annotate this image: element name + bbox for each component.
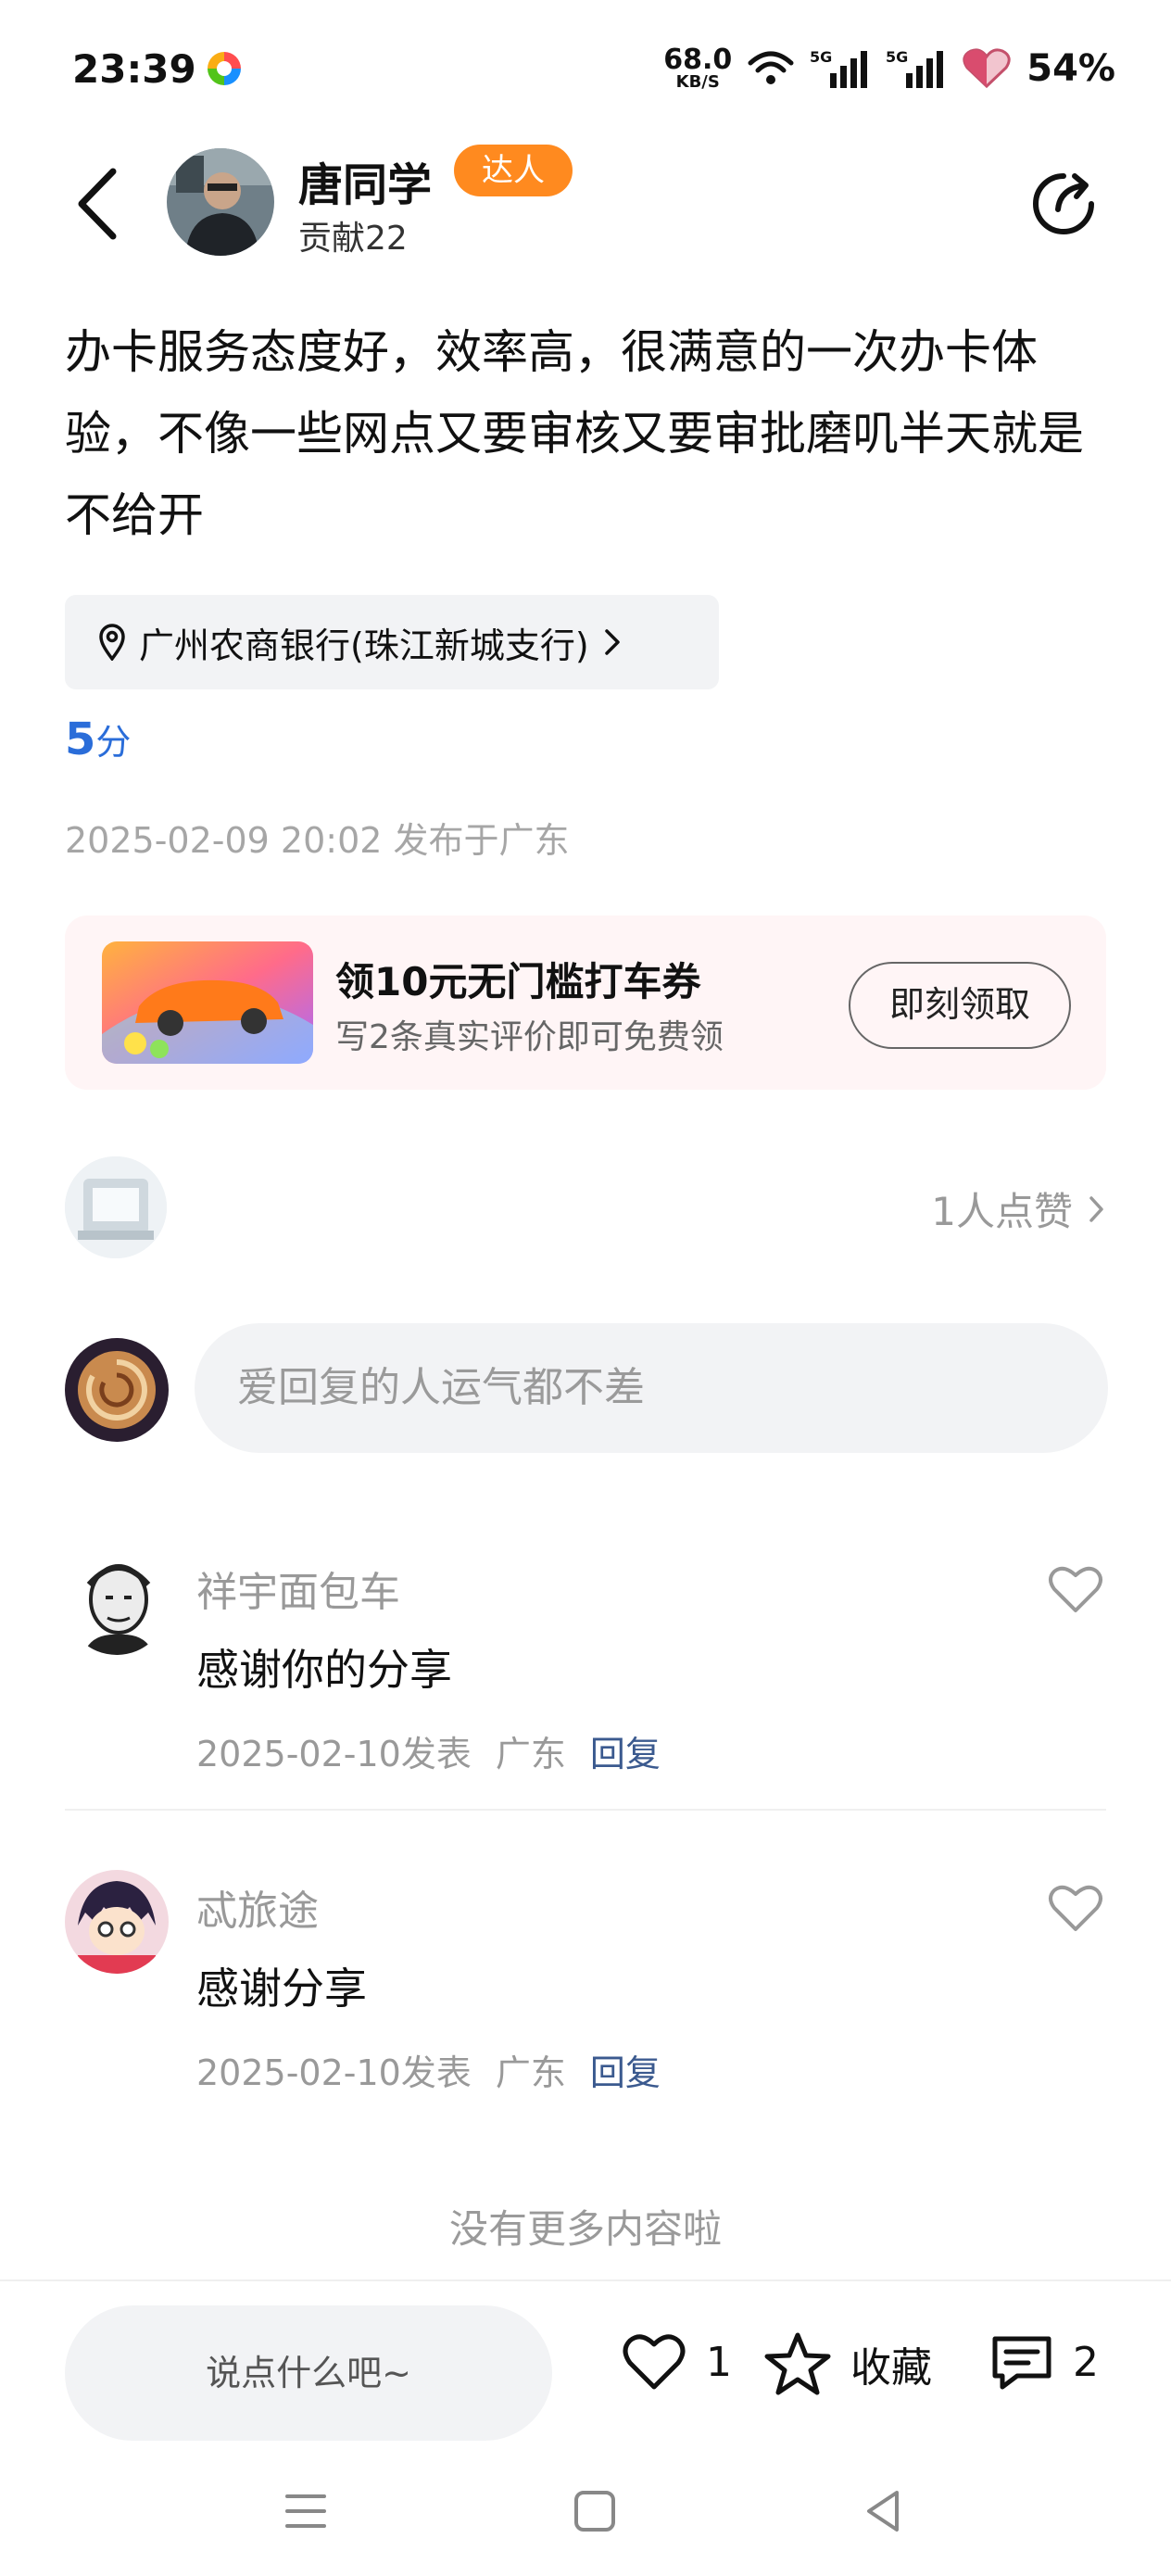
promo-image: [102, 941, 313, 1064]
comment-date: 2025-02-10发表: [196, 1734, 472, 1774]
net-speed: 68.0 KB/S: [663, 46, 732, 91]
reply-input[interactable]: 爱回复的人运气都不差: [195, 1323, 1108, 1453]
location-pin-icon: [99, 624, 125, 661]
score-unit: 分: [95, 722, 132, 763]
comment-meta: 2025-02-10发表 广东 回复: [196, 1725, 661, 1776]
author-contribution: 贡献22: [298, 220, 408, 258]
location-chip[interactable]: 广州农商银行(珠江新城支行): [65, 595, 719, 689]
commenter-avatar[interactable]: [65, 1551, 169, 1655]
bottom-action-bar: 说点什么吧~ 1 收藏 2: [0, 2279, 1171, 2446]
chevron-right-icon: [604, 629, 620, 655]
heart-icon[interactable]: [1045, 1559, 1106, 1620]
liker-avatar[interactable]: [65, 1156, 167, 1258]
comment-meta: 2025-02-10发表 广东 回复: [196, 2044, 661, 2095]
signal-5g-icon: 5G: [810, 48, 868, 88]
net-speed-unit: KB/S: [675, 72, 720, 92]
rating-score: 5分: [65, 713, 131, 765]
status-time: 23:39: [72, 46, 196, 92]
reply-link[interactable]: 回复: [590, 1725, 661, 1776]
heart-icon: [623, 2334, 686, 2390]
status-indicators: 68.0 KB/S 5G 5G 54%: [663, 41, 1115, 96]
comment-item: 忒旅途 感谢分享 2025-02-10发表 广东 回复: [65, 1870, 1106, 2111]
commenter-name[interactable]: 忒旅途: [196, 1877, 319, 1937]
net-speed-value: 68.0: [663, 44, 733, 76]
like-button[interactable]: 1: [621, 2331, 732, 2393]
like-count: 1: [706, 2338, 732, 2386]
location-name: 广州农商银行(珠江新城支行): [139, 625, 589, 666]
chevron-right-icon: [1089, 1195, 1103, 1222]
comment-item: 祥宇面包车 感谢你的分享 2025-02-10发表 广东 回复: [65, 1551, 1106, 1792]
promo-title: 领10元无门槛打车券: [335, 959, 701, 1004]
system-nav-bar: [0, 2446, 1171, 2576]
collect-button[interactable]: 收藏: [763, 2331, 932, 2396]
no-more-content: 没有更多内容啦: [448, 2206, 722, 2252]
comment-text: 感谢你的分享: [196, 1645, 452, 1695]
heart-icon[interactable]: [1045, 1877, 1106, 1938]
comment-region: 广东: [495, 1734, 566, 1774]
author-avatar[interactable]: [167, 148, 274, 256]
post-meta: 2025-02-09 20:02 发布于广东: [65, 820, 570, 861]
comment-count: 2: [1073, 2338, 1099, 2386]
signal-5g-icon-2: 5G: [886, 48, 944, 88]
score-value: 5: [65, 713, 96, 765]
commenter-avatar[interactable]: [65, 1870, 169, 1974]
back-arrow-icon[interactable]: [65, 162, 130, 246]
comments-button[interactable]: 2: [989, 2331, 1099, 2393]
commenter-name[interactable]: 祥宇面包车: [196, 1559, 400, 1618]
menu-icon[interactable]: [278, 2483, 334, 2539]
back-triangle-icon[interactable]: [856, 2483, 912, 2539]
reply-link[interactable]: 回复: [590, 2044, 661, 2095]
app-notification-icon: [206, 50, 243, 87]
comment-region: 广东: [495, 2052, 566, 2093]
star-icon: [764, 2332, 831, 2395]
collect-label: 收藏: [850, 2344, 932, 2392]
claim-coupon-button[interactable]: 即刻领取: [849, 962, 1071, 1049]
my-avatar: [65, 1338, 169, 1442]
battery-heart-icon: [963, 48, 1011, 89]
post-text: 办卡服务态度好，效率高，很满意的一次办卡体验，不像一些网点又要审核又要审批磨叽半…: [65, 325, 1084, 542]
comment-divider: [65, 1809, 1106, 1811]
likes-count-link[interactable]: 1人点赞: [931, 1181, 1106, 1237]
comment-icon: [992, 2336, 1051, 2390]
wifi-icon: [748, 51, 794, 84]
likes-count-label: 1人点赞: [931, 1189, 1073, 1234]
battery-percent: 54%: [1026, 47, 1115, 90]
share-icon[interactable]: [1026, 167, 1101, 241]
comment-date: 2025-02-10发表: [196, 2052, 472, 2093]
svg-text:5G: 5G: [810, 48, 832, 66]
expert-badge: 达人: [454, 145, 573, 196]
comment-text: 感谢分享: [196, 1964, 367, 2014]
author-name[interactable]: 唐同学: [298, 148, 432, 213]
comment-input[interactable]: 说点什么吧~: [65, 2305, 552, 2441]
promo-subtitle: 写2条真实评价即可免费领: [335, 1018, 724, 1056]
home-icon[interactable]: [567, 2483, 623, 2539]
svg-text:5G: 5G: [886, 48, 908, 66]
author-photo: [167, 148, 274, 256]
promo-banner[interactable]: 领10元无门槛打车券 写2条真实评价即可免费领 即刻领取: [65, 915, 1106, 1090]
status-bar: 23:39 68.0 KB/S 5G 5G 54%: [0, 0, 1171, 139]
